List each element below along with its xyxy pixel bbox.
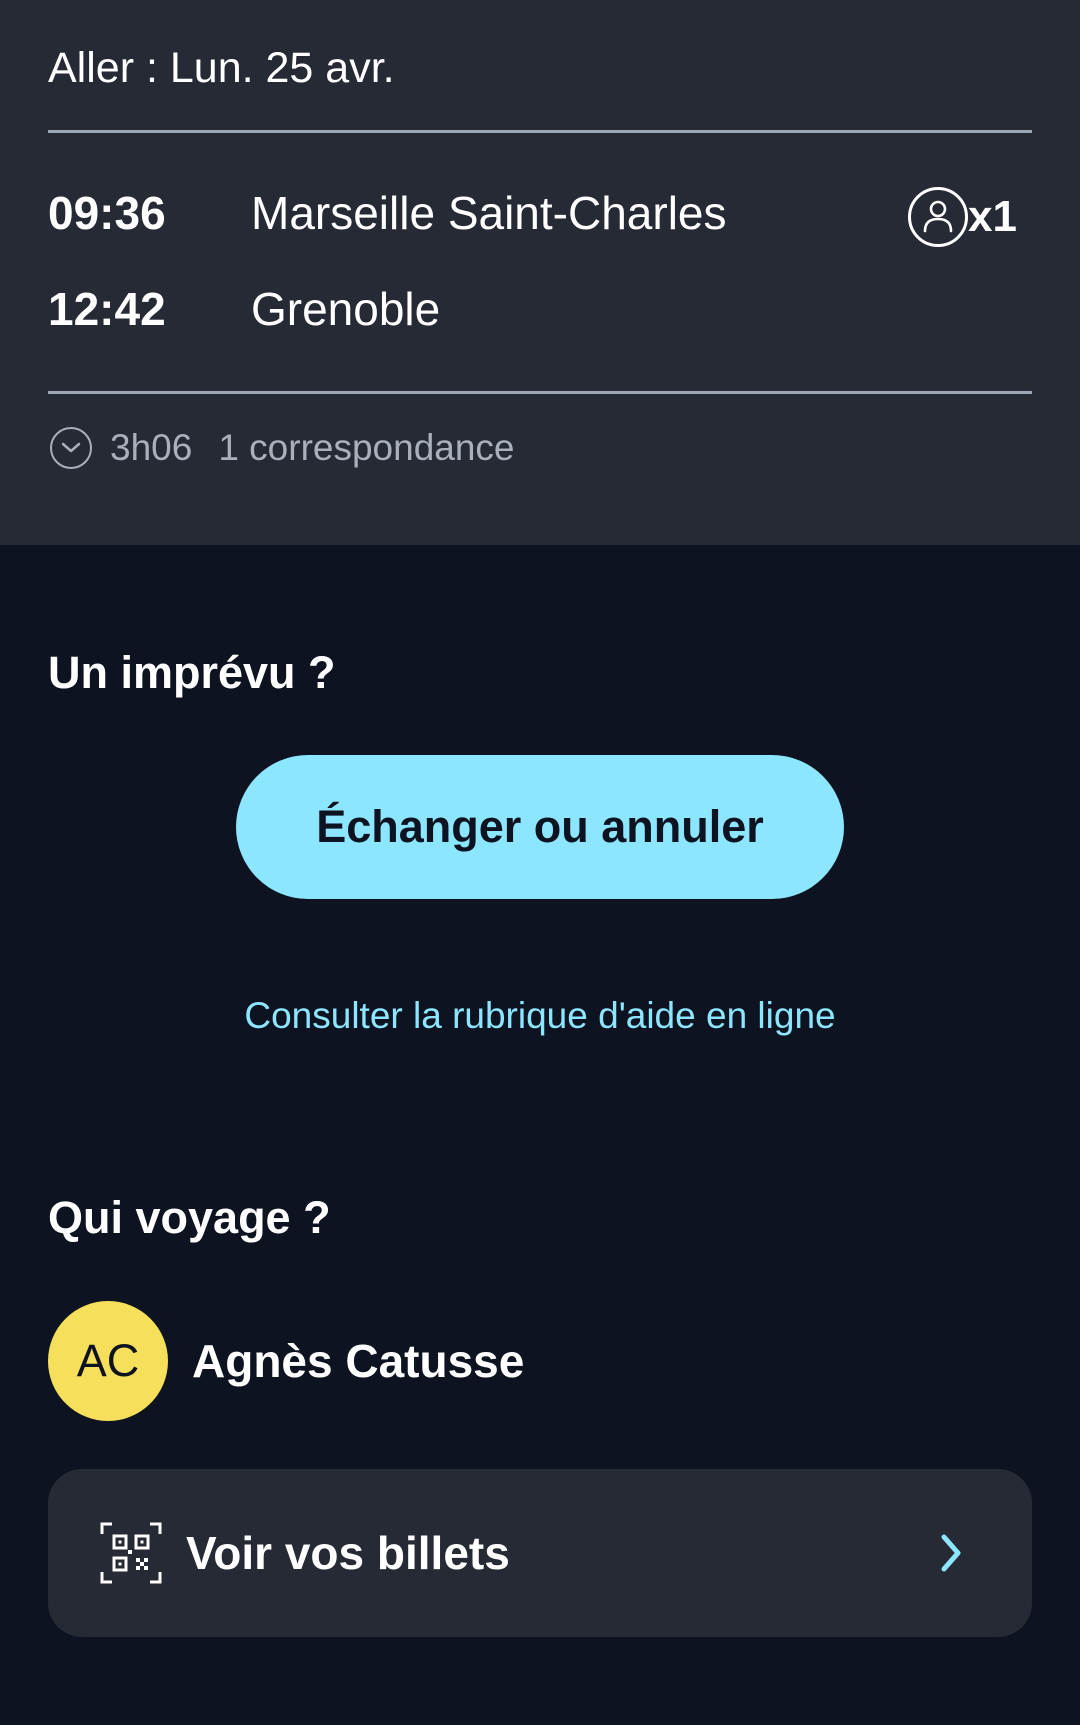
passenger-count-label: x1 — [968, 192, 1017, 241]
traveller-name: Agnès Catusse — [192, 1335, 525, 1387]
trip-details-screen: Aller : Lun. 25 avr. 09:36 Marseille Sai… — [0, 0, 1080, 1725]
traveller-item: AC Agnès Catusse — [48, 1301, 524, 1421]
qr-code-icon — [100, 1522, 162, 1584]
trip-connections: 1 correspondance — [218, 427, 515, 468]
departure-station: Marseille Saint-Charles — [251, 187, 727, 239]
chevron-right-icon — [936, 1529, 966, 1577]
trip-summary-card: Aller : Lun. 25 avr. 09:36 Marseille Sai… — [0, 0, 1080, 545]
departure-row: 09:36 Marseille Saint-Charles — [48, 186, 727, 240]
divider — [48, 130, 1032, 133]
exchange-cancel-button[interactable]: Échanger ou annuler — [236, 755, 844, 899]
unexpected-title: Un imprévu ? — [48, 647, 336, 698]
departure-time: 09:36 — [48, 187, 166, 239]
arrival-time: 12:42 — [48, 283, 166, 335]
trip-duration: 3h06 — [110, 427, 193, 468]
user-icon — [908, 187, 968, 247]
travellers-title: Qui voyage ? — [48, 1192, 331, 1243]
trip-title: Aller : Lun. 25 avr. — [48, 44, 395, 92]
arrival-station: Grenoble — [251, 283, 441, 335]
avatar: AC — [48, 1301, 168, 1421]
clock-icon — [50, 427, 92, 469]
arrival-row: 12:42 Grenoble — [48, 282, 440, 336]
view-tickets-label: Voir vos billets — [186, 1527, 510, 1579]
help-link[interactable]: Consulter la rubrique d'aide en ligne — [0, 995, 1080, 1037]
trip-duration-row: 3h06 1 correspondance — [50, 427, 515, 469]
view-tickets-button[interactable]: Voir vos billets — [48, 1469, 1032, 1637]
divider — [48, 391, 1032, 394]
passenger-count: x1 — [908, 187, 1017, 247]
